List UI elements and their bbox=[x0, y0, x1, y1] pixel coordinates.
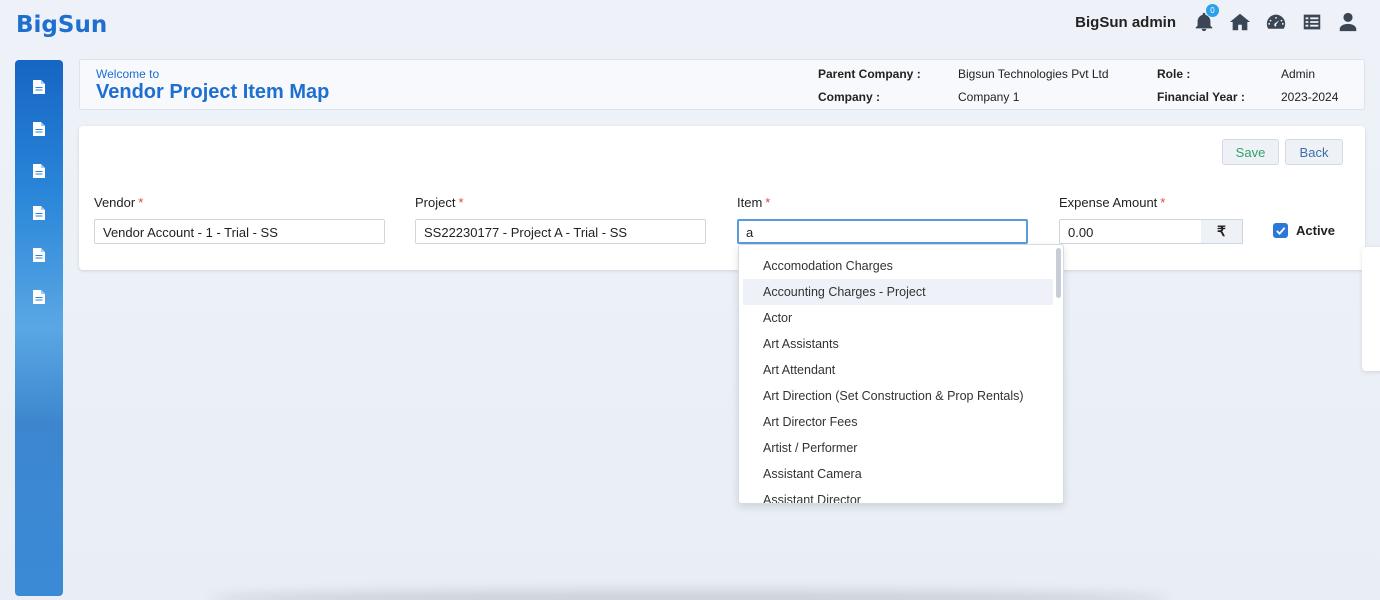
active-checkbox[interactable] bbox=[1273, 223, 1288, 238]
expense-amount-value: 0.00 bbox=[1068, 225, 1094, 240]
role-label: Role : bbox=[1157, 67, 1191, 81]
role-value: Admin bbox=[1281, 67, 1316, 81]
item-option[interactable]: Art Director Fees bbox=[743, 409, 1053, 435]
page-header: Welcome to Vendor Project Item Map Paren… bbox=[79, 59, 1365, 110]
bottom-shadow bbox=[210, 590, 1170, 600]
welcome-label: Welcome to bbox=[96, 67, 160, 81]
document-icon bbox=[33, 290, 45, 304]
document-icon bbox=[33, 248, 45, 262]
company-label: Company : bbox=[818, 90, 881, 104]
sidebar-item-3[interactable] bbox=[15, 164, 63, 206]
item-dropdown: Accomodation Charges Accounting Charges -… bbox=[738, 244, 1064, 504]
required-marker: * bbox=[138, 195, 144, 210]
app-logo[interactable]: BigSun bbox=[16, 12, 107, 38]
item-option[interactable]: Art Attendant bbox=[743, 357, 1053, 383]
sidebar-item-2[interactable] bbox=[15, 122, 63, 164]
item-option[interactable]: Assistant Director bbox=[743, 487, 1053, 503]
vendor-label: Vendor * bbox=[94, 195, 143, 210]
item-option[interactable]: Accounting Charges - Project bbox=[743, 279, 1053, 305]
document-icon bbox=[33, 206, 45, 220]
dropdown-scrollbar[interactable] bbox=[1056, 248, 1061, 298]
vendor-label-text: Vendor bbox=[94, 195, 136, 210]
parent-company-value: Bigsun Technologies Pvt Ltd bbox=[958, 67, 1109, 81]
sidebar-item-4[interactable] bbox=[15, 206, 63, 248]
item-option[interactable]: Artist / Performer bbox=[743, 435, 1053, 461]
dashboard-icon[interactable] bbox=[1264, 10, 1288, 34]
notification-badge: 0 bbox=[1206, 4, 1219, 17]
item-search-input[interactable]: a bbox=[737, 219, 1028, 244]
vendor-value: Vendor Account - 1 - Trial - SS bbox=[103, 225, 278, 240]
side-panel bbox=[1362, 247, 1380, 371]
form-card: Save Back Vendor * Vendor Account - 1 - T… bbox=[79, 126, 1365, 270]
page-title: Vendor Project Item Map bbox=[96, 81, 330, 103]
item-label-text: Item bbox=[737, 195, 763, 210]
item-option[interactable]: Accomodation Charges bbox=[743, 253, 1053, 279]
document-icon bbox=[33, 164, 45, 178]
item-option[interactable]: Art Assistants bbox=[743, 331, 1053, 357]
item-option[interactable]: Assistant Camera bbox=[743, 461, 1053, 487]
item-input-value: a bbox=[746, 225, 754, 240]
item-option-list: Accomodation Charges Accounting Charges -… bbox=[739, 245, 1063, 503]
parent-company-label: Parent Company : bbox=[818, 67, 921, 81]
project-select[interactable]: SS22230177 - Project A - Trial - SS bbox=[415, 219, 706, 244]
required-marker: * bbox=[458, 195, 464, 210]
sidebar-item-5[interactable] bbox=[15, 248, 63, 290]
sidebar-item-1[interactable] bbox=[15, 80, 63, 122]
sidebar bbox=[15, 60, 63, 596]
back-button[interactable]: Back bbox=[1285, 139, 1343, 165]
home-icon[interactable] bbox=[1228, 10, 1252, 34]
rupee-icon: ₹ bbox=[1201, 219, 1243, 244]
bell-icon[interactable]: 0 bbox=[1192, 4, 1219, 34]
required-marker: * bbox=[1160, 195, 1166, 210]
topbar-actions: BigSun admin 0 bbox=[1075, 4, 1360, 36]
financial-year-label: Financial Year : bbox=[1157, 90, 1245, 104]
user-name[interactable]: BigSun admin bbox=[1075, 14, 1176, 31]
item-label: Item * bbox=[737, 195, 770, 210]
item-option[interactable]: Art Direction (Set Construction & Prop R… bbox=[743, 383, 1053, 409]
project-value: SS22230177 - Project A - Trial - SS bbox=[424, 225, 628, 240]
sidebar-item-6[interactable] bbox=[15, 290, 63, 332]
save-button[interactable]: Save bbox=[1222, 139, 1279, 165]
user-icon[interactable] bbox=[1336, 10, 1360, 34]
expense-amount-label: Expense Amount * bbox=[1059, 195, 1165, 210]
vendor-select[interactable]: Vendor Account - 1 - Trial - SS bbox=[94, 219, 385, 244]
document-icon bbox=[33, 80, 45, 94]
required-marker: * bbox=[765, 195, 771, 210]
company-value: Company 1 bbox=[958, 90, 1020, 104]
project-label-text: Project bbox=[415, 195, 456, 210]
item-option[interactable]: Actor bbox=[743, 305, 1053, 331]
active-label: Active bbox=[1296, 223, 1336, 238]
list-icon[interactable] bbox=[1300, 10, 1324, 34]
project-label: Project * bbox=[415, 195, 464, 210]
expense-amount-input[interactable]: 0.00 bbox=[1059, 219, 1202, 244]
document-icon bbox=[33, 122, 45, 136]
expense-amount-label-text: Expense Amount bbox=[1059, 195, 1158, 210]
check-icon bbox=[1276, 227, 1286, 236]
financial-year-value: 2023-2024 bbox=[1281, 90, 1339, 104]
